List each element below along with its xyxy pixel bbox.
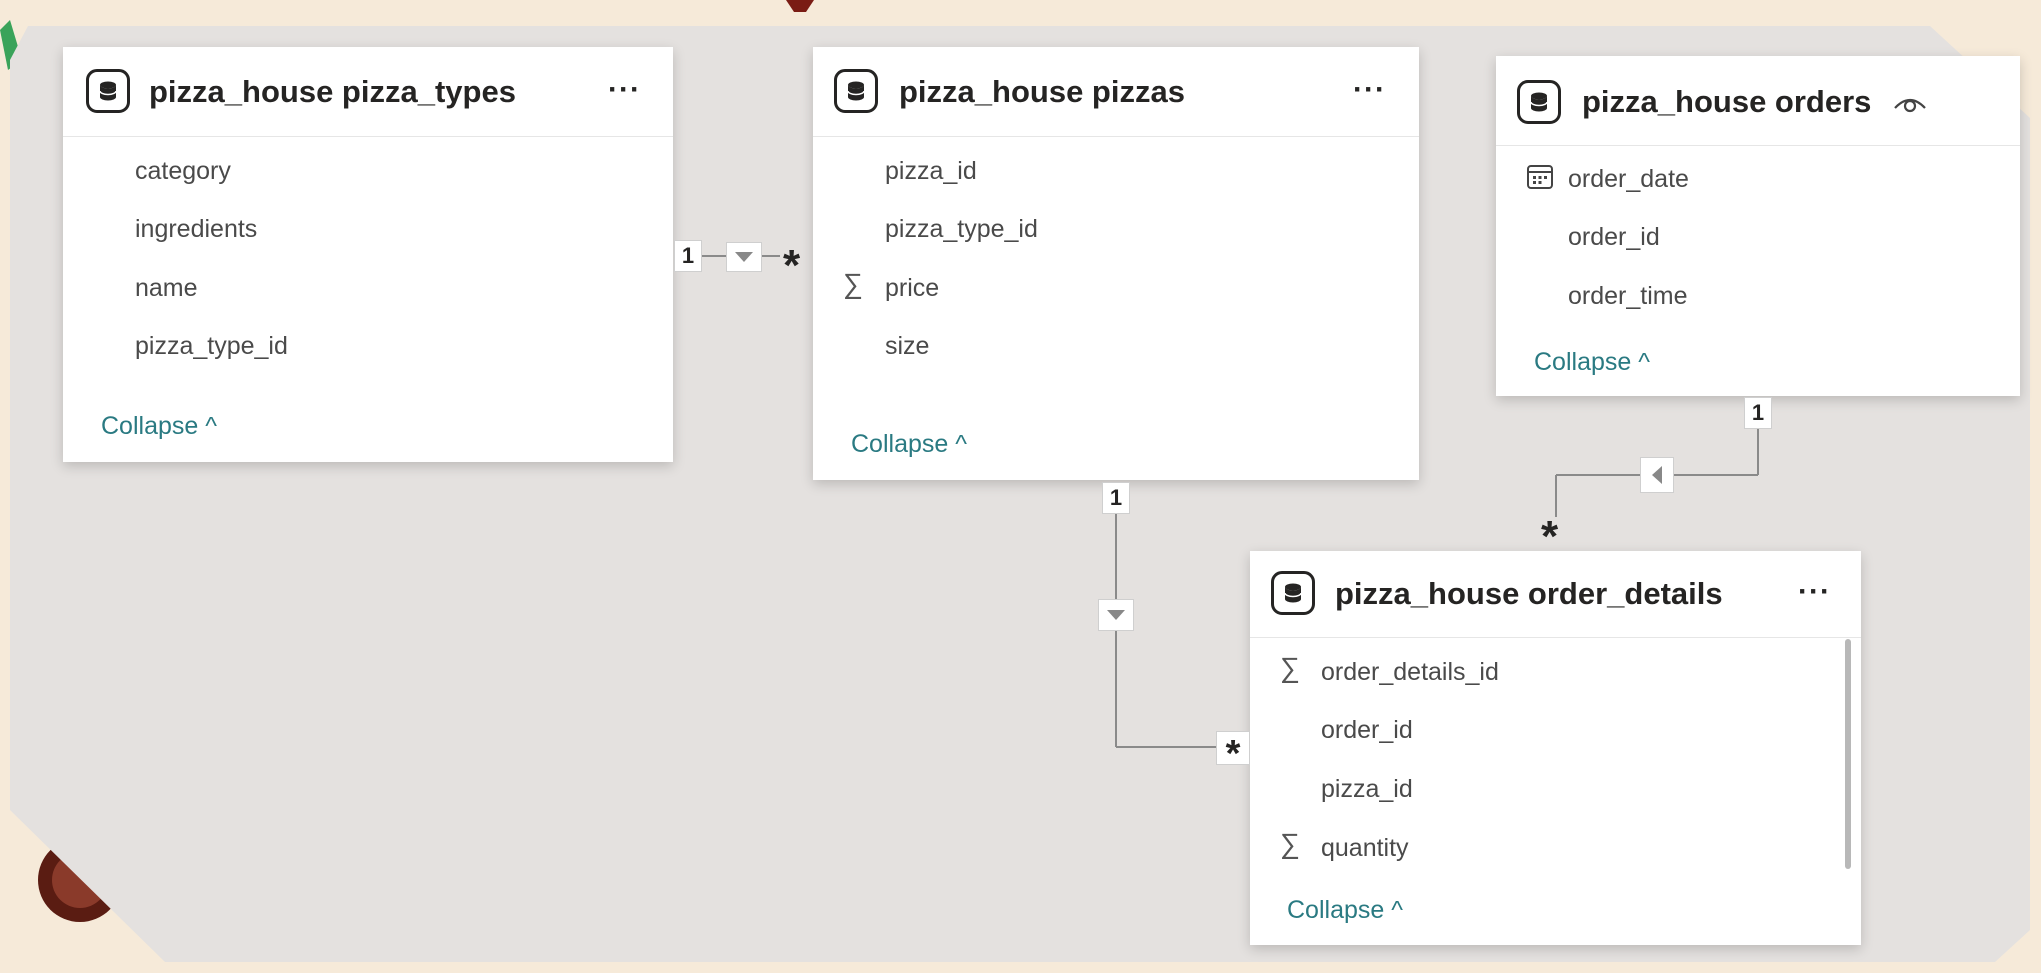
sigma-icon: ∑ [1280,652,1300,683]
more-options-button[interactable]: ··· [1353,73,1386,107]
table-card-header: pizza_house order_details ··· [1250,551,1861,638]
table-card-order-details[interactable]: pizza_house order_details ··· ∑ order_de… [1250,551,1861,945]
table-card-orders[interactable]: pizza_house orders order_date order_id o… [1496,56,2020,396]
database-icon [834,69,878,113]
sigma-icon: ∑ [1280,828,1300,859]
more-options-button[interactable]: ··· [608,73,641,107]
filter-direction-icon[interactable] [1640,457,1674,493]
field-pizza-id[interactable]: pizza_id [885,157,977,186]
field-ingredients[interactable]: ingredients [135,215,257,244]
table-card-header: pizza_house orders [1496,56,2020,146]
cardinality-one-label: 1 [1744,397,1772,429]
table-title: pizza_house orders [1582,84,1872,119]
eye-icon[interactable] [1893,90,1927,114]
database-icon [1517,80,1561,124]
collapse-button[interactable]: Collapse ^ [851,430,967,459]
field-order-id[interactable]: order_id [1321,716,1413,745]
calendar-icon [1527,165,1553,189]
field-pizza-id[interactable]: pizza_id [1321,775,1413,804]
field-pizza-type-id[interactable]: pizza_type_id [885,215,1038,244]
sigma-icon: ∑ [843,268,863,299]
field-order-details-id[interactable]: order_details_id [1321,658,1499,687]
decorative-shape-top [786,0,814,12]
table-card-header: pizza_house pizza_types ··· [63,47,673,137]
database-icon [1271,571,1315,615]
field-category[interactable]: category [135,157,231,186]
table-title: pizza_house pizza_types [149,74,516,109]
field-quantity[interactable]: quantity [1321,834,1409,863]
field-price[interactable]: price [885,274,939,303]
field-order-time[interactable]: order_time [1568,282,1688,311]
field-pizza-type-id[interactable]: pizza_type_id [135,332,288,361]
filter-direction-icon[interactable] [1098,599,1134,631]
collapse-button[interactable]: Collapse ^ [1287,896,1403,925]
collapse-button[interactable]: Collapse ^ [101,412,217,441]
cardinality-one-label: 1 [674,240,702,272]
model-view-frame: pizza_house pizza_types ··· category ing… [0,0,2041,973]
cardinality-many-label: * [783,241,801,290]
cardinality-many-label: * [1216,731,1250,775]
field-name[interactable]: name [135,274,198,303]
filter-direction-icon[interactable] [726,242,762,272]
table-card-header: pizza_house pizzas ··· [813,47,1419,137]
field-order-date[interactable]: order_date [1568,165,1689,194]
field-size[interactable]: size [885,332,929,361]
cardinality-many-label: * [1541,512,1559,561]
scrollbar[interactable] [1845,639,1851,869]
table-title: pizza_house pizzas [899,74,1185,109]
cardinality-one-label: 1 [1102,482,1130,514]
field-order-id[interactable]: order_id [1568,223,1660,252]
table-card-pizzas[interactable]: pizza_house pizzas ··· pizza_id pizza_ty… [813,47,1419,480]
table-title: pizza_house order_details [1335,576,1723,611]
collapse-button[interactable]: Collapse ^ [1534,348,1650,377]
table-card-pizza-types[interactable]: pizza_house pizza_types ··· category ing… [63,47,673,462]
database-icon [86,69,130,113]
more-options-button[interactable]: ··· [1798,575,1831,609]
